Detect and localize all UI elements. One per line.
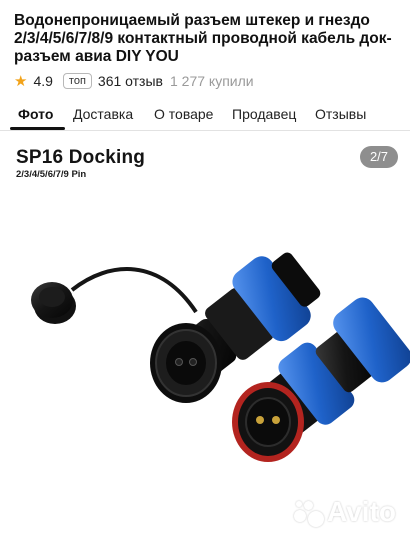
tab-seller[interactable]: Продавец xyxy=(232,106,296,122)
rating-row: ★ 4.9 топ 361 отзыв 1 277 купили xyxy=(14,71,254,91)
rating-value: 4.9 xyxy=(33,73,53,89)
bought-count: 1 277 купили xyxy=(169,73,254,89)
avito-logo-icon xyxy=(294,501,325,527)
photo-subheading: 2/3/4/5/6/7/9 Pin xyxy=(16,169,87,180)
connector-illustration xyxy=(31,252,410,462)
plug-face xyxy=(232,382,304,462)
product-photo[interactable]: SP16 Docking 2/3/4/5/6/7/9 Pin 2/7 Avito xyxy=(0,140,410,540)
tab-photo[interactable]: Фото xyxy=(18,106,53,122)
product-title: Водонепроницаемый разъем штекер и гнездо… xyxy=(14,12,392,65)
watermark-text: Avito xyxy=(327,496,396,527)
dust-cap xyxy=(31,267,198,324)
photo-heading: SP16 Docking xyxy=(16,147,146,168)
tab-reviews[interactable]: Отзывы xyxy=(315,106,366,122)
reviews-link[interactable]: 361 отзыв xyxy=(98,73,163,89)
tab-bar: Фото Доставка О товаре Продавец Отзывы xyxy=(0,100,410,130)
star-icon: ★ xyxy=(14,72,28,90)
socket-face xyxy=(150,323,222,403)
tab-about[interactable]: О товаре xyxy=(154,106,213,122)
tab-delivery[interactable]: Доставка xyxy=(73,106,133,122)
top-badge: топ xyxy=(62,73,92,89)
avito-watermark: Avito xyxy=(294,496,396,528)
tabs-divider xyxy=(0,130,410,131)
photo-counter: 2/7 xyxy=(360,146,398,168)
